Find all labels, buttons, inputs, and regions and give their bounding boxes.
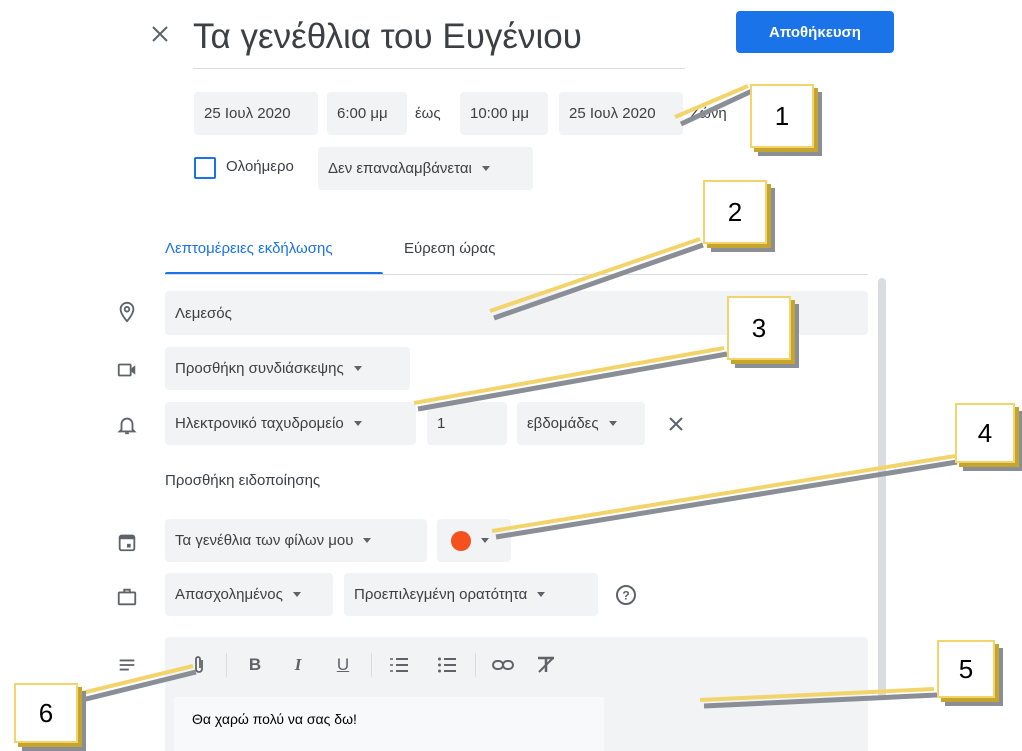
notification-unit-dropdown[interactable]: εβδομάδες <box>517 402 645 445</box>
visibility-label: Προεπιλεγμένη ορατότητα <box>354 586 528 603</box>
bell-icon <box>115 413 139 437</box>
toolbar-divider <box>226 653 227 677</box>
start-date-field[interactable]: 25 Ιουλ 2020 <box>194 92 318 135</box>
chevron-down-icon <box>353 421 362 426</box>
remove-formatting-icon[interactable] <box>533 648 559 682</box>
chevron-down-icon <box>353 366 362 371</box>
notification-type-label: Ηλεκτρονικό ταχυδρομείο <box>175 415 344 432</box>
underline-button[interactable]: U <box>331 648 355 682</box>
save-button[interactable]: Αποθήκευση <box>736 11 894 53</box>
callout-line-3 <box>413 346 728 412</box>
start-time-field[interactable]: 6:00 μμ <box>327 92 407 135</box>
end-time-field[interactable]: 10:00 μμ <box>460 92 548 135</box>
repeat-dropdown[interactable]: Δεν επαναλαμβάνεται <box>318 147 533 190</box>
callout-line-4 <box>491 454 958 540</box>
description-text: Θα χαρώ πολύ να σας δω! <box>192 711 357 727</box>
tab-event-details[interactable]: Λεπτομέρειες εκδήλωσης <box>165 232 383 275</box>
conference-label: Προσθήκη συνδιάσκεψης <box>175 360 344 377</box>
chevron-down-icon <box>537 592 546 597</box>
chevron-down-icon <box>292 592 301 597</box>
event-title: Τα γενέθλια του Ευγένιου <box>193 17 582 56</box>
italic-button[interactable]: I <box>286 648 310 682</box>
notification-unit-label: εβδομάδες <box>527 415 599 432</box>
notification-value-input[interactable]: 1 <box>427 402 507 445</box>
all-day-label: Ολοήμερο <box>226 158 294 175</box>
calendar-dropdown[interactable]: Τα γενέθλια των φίλων μου <box>165 519 427 562</box>
tabs-divider <box>165 274 868 275</box>
availability-label: Απασχολημένος <box>175 586 283 603</box>
bold-button[interactable]: B <box>243 648 267 682</box>
time-separator: έως <box>415 105 441 122</box>
callout-3: 3 <box>727 296 791 360</box>
callout-1: 1 <box>750 84 814 148</box>
callout-6: 6 <box>14 683 78 743</box>
callout-4: 4 <box>955 403 1015 463</box>
chevron-down-icon <box>481 538 489 543</box>
scrollbar[interactable] <box>878 278 886 698</box>
link-icon[interactable] <box>490 648 516 682</box>
tab-event-details-label: Λεπτομέρειες εκδήλωσης <box>165 240 333 257</box>
notification-type-dropdown[interactable]: Ηλεκτρονικό ταχυδρομείο <box>165 402 416 445</box>
visibility-dropdown[interactable]: Προεπιλεγμένη ορατότητα <box>344 573 598 616</box>
color-swatch <box>451 530 471 551</box>
help-icon[interactable]: ? <box>615 584 637 606</box>
add-notification-link[interactable]: Προσθήκη ειδοποίησης <box>165 472 320 489</box>
svg-text:?: ? <box>622 589 629 603</box>
toolbar-divider <box>475 653 476 677</box>
availability-dropdown[interactable]: Απασχολημένος <box>165 573 333 616</box>
remove-notification-icon[interactable] <box>666 414 686 434</box>
calendar-icon <box>115 530 139 554</box>
repeat-label: Δεν επαναλαμβάνεται <box>328 160 472 177</box>
all-day-checkbox[interactable] <box>194 157 216 179</box>
close-icon[interactable] <box>148 22 172 46</box>
description-icon <box>115 653 139 677</box>
callout-2: 2 <box>703 180 767 244</box>
description-text-area[interactable]: Θα χαρώ πολύ να σας δω! <box>174 697 604 751</box>
chevron-down-icon <box>608 421 617 426</box>
toolbar-divider <box>371 653 372 677</box>
numbered-list-icon[interactable] <box>386 648 412 682</box>
chevron-down-icon <box>363 538 372 543</box>
chevron-down-icon <box>481 166 490 171</box>
video-camera-icon <box>115 358 139 382</box>
end-date-field[interactable]: 25 Ιουλ 2020 <box>559 92 683 135</box>
timezone-link[interactable]: Ζώνη <box>690 105 727 122</box>
briefcase-icon <box>115 585 139 609</box>
bulleted-list-icon[interactable] <box>434 648 460 682</box>
calendar-label: Τα γενέθλια των φίλων μου <box>175 532 354 549</box>
location-pin-icon <box>115 300 139 324</box>
tab-find-time[interactable]: Εύρεση ώρας <box>404 240 495 257</box>
conference-dropdown[interactable]: Προσθήκη συνδιάσκεψης <box>165 347 410 390</box>
callout-5: 5 <box>937 640 995 698</box>
event-color-dropdown[interactable] <box>437 519 511 562</box>
attachment-icon[interactable] <box>186 648 212 682</box>
event-title-input[interactable]: Τα γενέθλια του Ευγένιου <box>193 14 685 69</box>
